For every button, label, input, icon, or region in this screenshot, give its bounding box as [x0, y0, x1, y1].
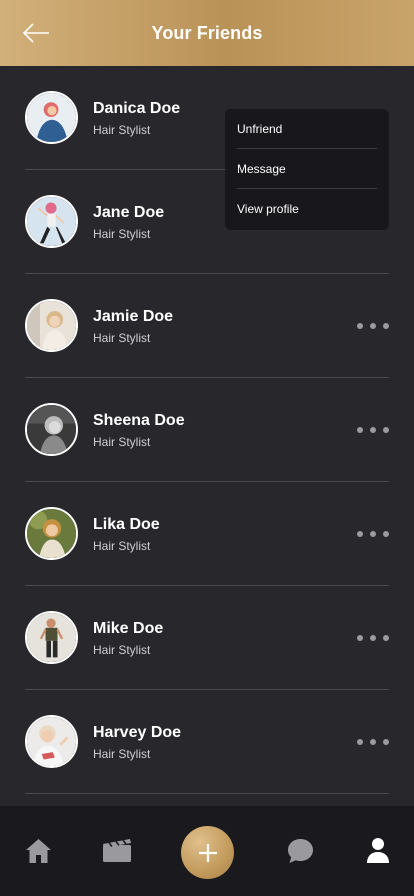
friend-name: Lika Doe [93, 516, 160, 533]
dot [370, 635, 376, 641]
menu-item-message[interactable]: Message [237, 149, 377, 189]
friend-row[interactable]: Jamie Doe Hair Stylist [0, 274, 414, 378]
back-button[interactable] [20, 20, 54, 46]
arrow-left-icon [22, 23, 49, 43]
home-icon [26, 839, 51, 863]
friend-role: Hair Stylist [93, 539, 151, 553]
menu-item-unfriend[interactable]: Unfriend [237, 109, 377, 149]
friend-row[interactable]: Harvey Doe Hair Stylist [0, 690, 414, 794]
avatar [25, 611, 78, 664]
friend-name: Jane Doe [93, 204, 165, 221]
friend-name: Jamie Doe [93, 308, 174, 325]
more-options-button[interactable] [357, 320, 389, 332]
avatar [25, 195, 78, 248]
tab-messages[interactable] [287, 838, 314, 869]
header-bar: Your Friends [0, 0, 414, 66]
avatar [25, 299, 78, 352]
friend-name: Danica Doe [93, 100, 181, 117]
dot [383, 323, 389, 329]
dot [383, 635, 389, 641]
tab-home[interactable] [25, 838, 52, 869]
page-title: Your Friends [151, 22, 263, 43]
more-options-button[interactable] [357, 528, 389, 540]
friend-row[interactable]: Mike Doe Hair Stylist [0, 586, 414, 690]
friend-name: Sheena Doe [93, 412, 185, 429]
friend-name: Harvey Doe [93, 724, 182, 741]
dot [383, 427, 389, 433]
dot [357, 739, 363, 745]
menu-item-view-profile[interactable]: View profile [237, 189, 377, 229]
friend-options-menu: Unfriend Message View profile [225, 109, 389, 230]
dot [370, 323, 376, 329]
friend-row[interactable]: Lika Doe Hair Stylist [0, 482, 414, 586]
avatar [25, 715, 78, 768]
more-options-button[interactable] [357, 632, 389, 644]
chat-icon [288, 839, 313, 863]
avatar [25, 507, 78, 560]
dot [383, 739, 389, 745]
friend-role: Hair Stylist [93, 331, 151, 345]
avatar [25, 403, 78, 456]
friend-role: Hair Stylist [93, 747, 151, 761]
dot [370, 531, 376, 537]
more-options-button[interactable] [357, 424, 389, 436]
tab-profile[interactable] [366, 837, 390, 869]
dot [370, 739, 376, 745]
friend-role: Hair Stylist [93, 643, 151, 657]
more-options-button[interactable] [357, 736, 389, 748]
friend-role: Hair Stylist [93, 435, 151, 449]
friend-role: Hair Stylist [93, 227, 151, 241]
friend-name: Mike Doe [93, 620, 164, 637]
tab-videos[interactable] [102, 838, 132, 868]
friend-row[interactable]: Sheena Doe Hair Stylist [0, 378, 414, 482]
dot [357, 531, 363, 537]
add-button[interactable] [181, 826, 234, 879]
avatar [25, 91, 78, 144]
friend-role: Hair Stylist [93, 123, 151, 137]
dot [370, 427, 376, 433]
dot [357, 635, 363, 641]
dot [357, 323, 363, 329]
dot [357, 427, 363, 433]
plus-icon [198, 843, 217, 862]
film-icon [103, 839, 131, 862]
dot [383, 531, 389, 537]
profile-icon [367, 838, 389, 863]
